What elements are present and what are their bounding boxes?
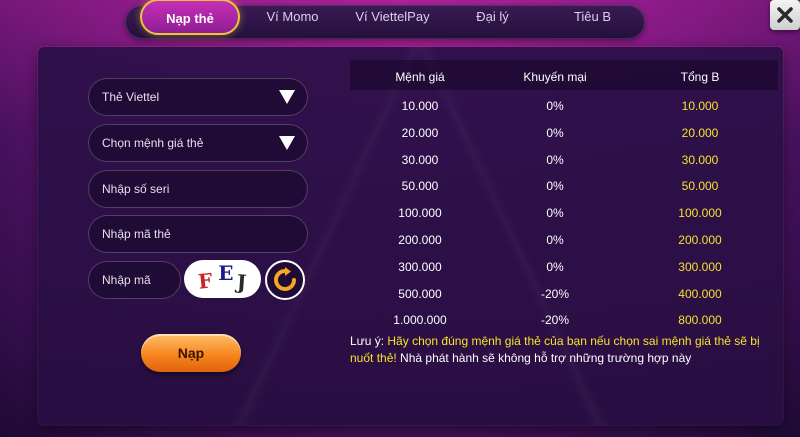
serial-placeholder: Nhập số seri bbox=[102, 182, 170, 196]
rate-total-cell: 100.000 bbox=[678, 206, 722, 220]
note-prefix: Lưu ý: bbox=[350, 334, 388, 348]
rate-amount-cell: 1.000.000 bbox=[393, 313, 447, 327]
rate-amount-cell: 10.000 bbox=[401, 99, 439, 113]
rate-table-header-amount: Mệnh giá bbox=[395, 70, 445, 84]
tab-dai-ly[interactable]: Đại lý bbox=[445, 0, 540, 34]
tab-vi-viettelpay[interactable]: Ví ViettelPay bbox=[345, 0, 440, 34]
caret-down-icon bbox=[279, 136, 295, 150]
rate-total-cell: 50.000 bbox=[681, 179, 719, 193]
warning-note: Lưu ý: Hãy chọn đúng mệnh giá thẻ của bạ… bbox=[350, 333, 770, 367]
rate-amount-cell: 30.000 bbox=[401, 153, 439, 167]
rate-promo-cell: 0% bbox=[546, 233, 564, 247]
serial-input[interactable]: Nhập số seri bbox=[88, 170, 308, 208]
submit-topup-button[interactable]: Nạp bbox=[141, 334, 241, 372]
captcha-input[interactable]: Nhập mã bbox=[88, 261, 181, 299]
rate-amount-cell: 500.000 bbox=[398, 287, 442, 301]
rate-total-cell: 10.000 bbox=[681, 99, 719, 113]
captcha-image: F E J bbox=[184, 260, 261, 298]
rate-promo-cell: 0% bbox=[546, 179, 564, 193]
card-code-input[interactable]: Nhập mã thẻ bbox=[88, 215, 308, 253]
rate-amount-cell: 200.000 bbox=[398, 233, 442, 247]
close-icon bbox=[777, 7, 793, 23]
tab-nap-the[interactable]: Nạp thẻ bbox=[140, 0, 240, 35]
close-button[interactable] bbox=[770, 0, 800, 30]
captcha-placeholder: Nhập mã bbox=[102, 273, 151, 287]
rate-promo-cell: 0% bbox=[546, 99, 564, 113]
amount-select[interactable]: Chọn mệnh giá thẻ bbox=[88, 124, 308, 162]
game-background: Nạp thẻ Ví Momo Ví ViettelPay Đại lý Tiê… bbox=[0, 0, 800, 437]
rate-total-cell: 400.000 bbox=[678, 287, 722, 301]
note-rest: Nhà phát hành sẽ không hỗ trợ những trườ… bbox=[396, 351, 692, 365]
rate-amount-cell: 100.000 bbox=[398, 206, 442, 220]
rate-amount-cell: 300.000 bbox=[398, 260, 442, 274]
amount-select-value: Chọn mệnh giá thẻ bbox=[102, 136, 204, 150]
captcha-char: J bbox=[236, 269, 248, 295]
rate-total-cell: 20.000 bbox=[681, 126, 719, 140]
rate-table-header-total: Tổng B bbox=[680, 70, 720, 84]
rate-table-header-promo: Khuyến mại bbox=[523, 70, 587, 84]
captcha-char: E bbox=[218, 261, 234, 285]
rate-promo-cell: 0% bbox=[546, 260, 564, 274]
carrier-select[interactable]: Thẻ Viettel bbox=[88, 78, 308, 116]
caret-down-icon bbox=[279, 90, 295, 104]
tab-tieu-b[interactable]: Tiêu B bbox=[545, 0, 640, 34]
rate-total-cell: 300.000 bbox=[678, 260, 722, 274]
rate-promo-cell: 0% bbox=[546, 126, 564, 140]
refresh-captcha-button[interactable] bbox=[265, 260, 305, 300]
rate-total-cell: 800.000 bbox=[678, 313, 722, 327]
refresh-icon bbox=[274, 267, 296, 291]
rate-promo-cell: 0% bbox=[546, 206, 564, 220]
card-code-placeholder: Nhập mã thẻ bbox=[102, 227, 171, 241]
rate-amount-cell: 20.000 bbox=[401, 126, 439, 140]
captcha-char: F bbox=[197, 268, 214, 294]
rate-promo-cell: -20% bbox=[540, 313, 569, 327]
carrier-select-value: Thẻ Viettel bbox=[102, 90, 160, 104]
rate-total-cell: 30.000 bbox=[681, 153, 719, 167]
rate-amount-cell: 50.000 bbox=[401, 179, 439, 193]
tab-vi-momo[interactable]: Ví Momo bbox=[245, 0, 340, 34]
rate-promo-cell: 0% bbox=[546, 153, 564, 167]
rate-total-cell: 200.000 bbox=[678, 233, 722, 247]
rate-promo-cell: -20% bbox=[540, 287, 569, 301]
